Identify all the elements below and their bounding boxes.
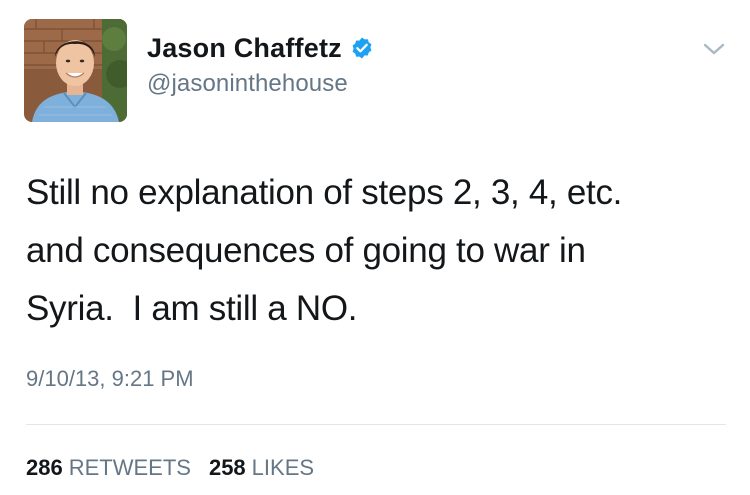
retweets-label: RETWEETS [68, 455, 191, 480]
avatar[interactable] [24, 19, 127, 122]
likes-count: 258 [208, 455, 246, 480]
likes-label: LIKES [251, 455, 315, 480]
avatar-photo [24, 19, 127, 122]
name-row: Jason Chaffetz [147, 30, 374, 66]
display-name[interactable]: Jason Chaffetz [147, 33, 342, 64]
likes-stat[interactable]: 258 LIKES [209, 455, 314, 481]
verified-badge-icon [350, 36, 374, 60]
author-info[interactable]: Jason Chaffetz @jasoninthehouse [147, 30, 374, 98]
tweet-timestamp[interactable]: 9/10/13, 9:21 PM [26, 366, 194, 392]
retweets-stat[interactable]: 286 RETWEETS [26, 455, 191, 481]
tweet-stats: 286 RETWEETS 258 LIKES [26, 455, 314, 481]
divider [26, 424, 726, 425]
user-handle[interactable]: @jasoninthehouse [147, 70, 374, 98]
tweet-text: Still no explanation of steps 2, 3, 4, e… [26, 173, 623, 328]
chevron-down-icon[interactable] [699, 38, 729, 60]
retweets-count: 286 [26, 455, 63, 480]
tweet-card: Jason Chaffetz @jasoninthehouse Still no… [0, 0, 750, 495]
